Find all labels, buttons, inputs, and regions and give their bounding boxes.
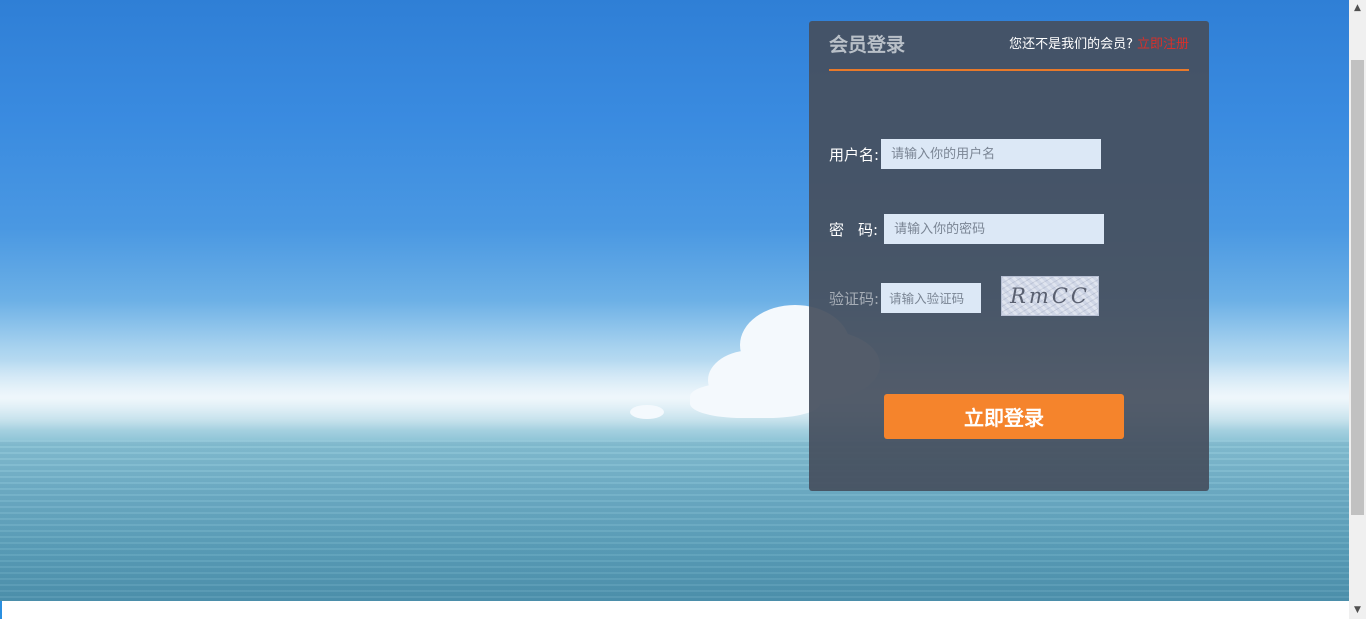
login-button[interactable]: 立即登录 [884, 394, 1124, 439]
panel-title: 会员登录 [829, 34, 906, 56]
bottom-strip [0, 601, 1349, 619]
captcha-image-text: RmCC [1010, 284, 1090, 308]
scroll-up-icon[interactable]: ▲ [1349, 0, 1366, 17]
cloud [630, 405, 664, 419]
password-row: 密码: [829, 214, 1105, 244]
panel-header: 会员登录 您还不是我们的会员? 立即注册 [829, 21, 1189, 71]
scrollbar-thumb[interactable] [1351, 60, 1364, 515]
captcha-label: 验证码: [829, 289, 880, 308]
register-prompt: 您还不是我们的会员? 立即注册 [1009, 33, 1189, 52]
register-link[interactable]: 立即注册 [1137, 37, 1189, 52]
captcha-row: 验证码: RmCC [829, 276, 1100, 316]
captcha-input[interactable] [881, 283, 982, 313]
password-input[interactable] [884, 214, 1105, 244]
scroll-down-icon[interactable]: ▼ [1349, 602, 1366, 619]
captcha-image[interactable]: RmCC [1001, 276, 1100, 316]
username-row: 用户名: [829, 139, 1102, 169]
cloud [690, 382, 820, 418]
username-label: 用户名: [829, 145, 880, 164]
vertical-scrollbar[interactable]: ▲ ▼ [1349, 0, 1366, 619]
password-label: 密码: [829, 220, 888, 239]
register-prompt-text: 您还不是我们的会员? [1009, 37, 1133, 52]
username-input[interactable] [881, 139, 1102, 169]
login-panel: 会员登录 您还不是我们的会员? 立即注册 用户名: 密码: 验证码: RmCC 立… [809, 21, 1209, 491]
